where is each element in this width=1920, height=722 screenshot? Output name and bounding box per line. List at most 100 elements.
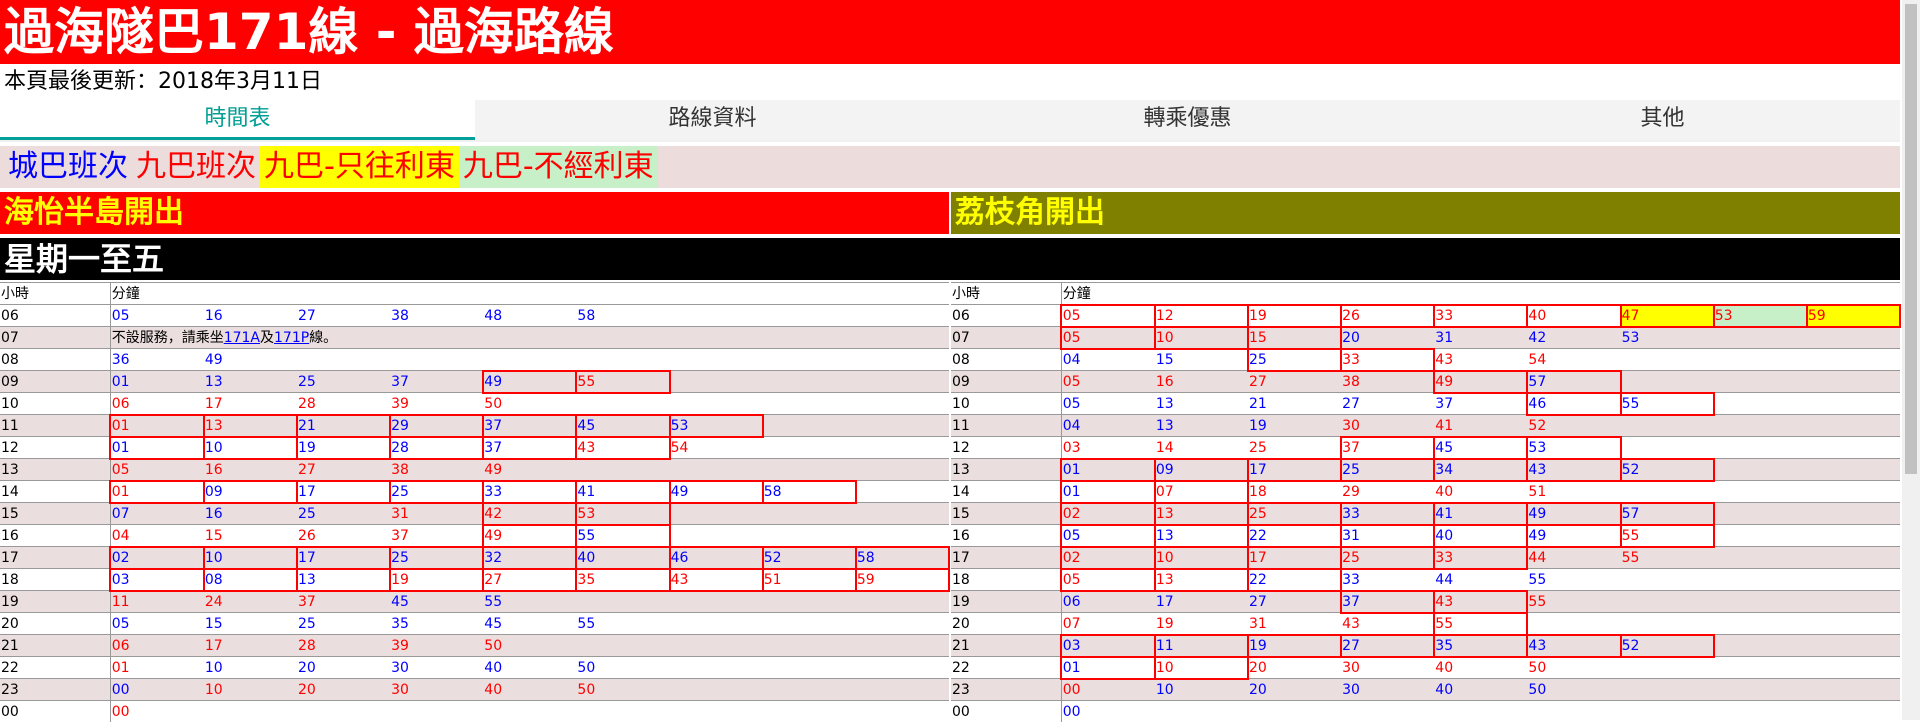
minute-cell: 02 [1061,547,1155,569]
minute-cell: 19 [1248,635,1341,657]
minute-cell: 45 [390,591,483,613]
minute-cell: 16 [204,459,297,481]
scrollbar-thumb[interactable] [1905,4,1917,474]
tab-route-info[interactable]: 路線資料 [475,100,950,140]
minute-cell: 10 [1155,547,1248,569]
empty-cell [1807,569,1900,591]
minute-cell: 28 [297,393,390,415]
minute-cell: 27 [483,569,576,591]
table-row: 14010718294051 [951,481,1900,503]
empty-cell [1807,613,1900,635]
minute-cell: 01 [1061,459,1155,481]
timetable-left: 小時分鐘0605162738485807不設服務，請乘坐171A及171P線。0… [0,282,949,722]
hour-cell: 10 [951,393,1061,415]
route-171a-link[interactable]: 171A [224,330,260,346]
minute-cell: 49 [483,459,576,481]
empty-cell [856,503,949,525]
minute-cell: 55 [1621,393,1714,415]
minute-cell: 59 [856,569,949,591]
tab-transfer-discount[interactable]: 轉乘優惠 [950,100,1425,140]
minute-cell: 13 [1155,569,1248,591]
minute-cell: 29 [1341,481,1434,503]
hour-cell: 07 [951,327,1061,349]
minute-cell: 00 [1061,679,1155,701]
route-171p-link[interactable]: 171P [274,330,309,346]
empty-cell [1807,635,1900,657]
empty-cell [1714,459,1807,481]
tab-timetable[interactable]: 時間表 [0,100,475,140]
table-row: 06051627384858 [0,305,949,327]
minute-cell: 40 [576,547,669,569]
empty-cell [1807,459,1900,481]
empty-cell [1807,415,1900,437]
minute-cell: 15 [204,613,297,635]
last-updated-text: 本頁最後更新：2018年3月11日 [0,64,1900,100]
hour-cell: 11 [0,415,110,437]
minute-cell: 43 [1434,591,1527,613]
empty-cell [763,305,856,327]
minute-cell: 22 [1248,525,1341,547]
tab-others[interactable]: 其他 [1425,100,1900,140]
minute-cell: 01 [110,371,204,393]
minute-cell: 06 [1061,591,1155,613]
empty-cell [670,393,763,415]
table-row: 09011325374955 [0,371,949,393]
hour-cell: 00 [0,701,110,722]
hour-cell: 12 [0,437,110,459]
empty-cell [1621,349,1714,371]
empty-cell [856,679,949,701]
empty-cell [1714,503,1807,525]
direction-lai-chi-kok: 荔枝角開出 [951,192,1900,234]
minute-cell: 53 [1714,305,1807,327]
vertical-scrollbar[interactable] [1902,0,1920,720]
minute-cell: 19 [1248,305,1341,327]
empty-cell [297,701,390,722]
minute-cell: 05 [1061,569,1155,591]
minute-cell: 14 [1155,437,1248,459]
empty-cell [1621,569,1714,591]
minute-cell: 59 [1807,305,1900,327]
minute-cell: 52 [1621,635,1714,657]
empty-cell [670,503,763,525]
empty-cell [1807,503,1900,525]
minute-cell: 25 [1248,349,1341,371]
empty-cell [670,525,763,547]
minute-cell: 31 [390,503,483,525]
empty-cell [1807,701,1900,722]
table-row: 23001020304050 [0,679,949,701]
table-row: 130516273849 [0,459,949,481]
minute-cell: 25 [297,371,390,393]
legend-citybus: 城巴班次 [4,146,132,188]
minute-cell: 40 [483,657,576,679]
table-row: 1005132127374655 [951,393,1900,415]
hour-cell: 13 [0,459,110,481]
empty-cell [670,613,763,635]
minute-cell: 43 [1341,613,1434,635]
empty-cell [1527,701,1620,722]
minute-cell: 11 [110,591,204,613]
minute-cell: 07 [1061,613,1155,635]
table-row: 20051525354555 [0,613,949,635]
empty-cell [1807,657,1900,679]
hour-cell: 08 [0,349,110,371]
minute-cell: 05 [1061,305,1155,327]
legend-kmb-lee-tung-only: 九巴-只往利東 [260,146,459,188]
empty-cell [1807,547,1900,569]
empty-cell [1714,657,1807,679]
minute-cell: 55 [576,613,669,635]
minute-cell: 10 [1155,327,1248,349]
table-row: 12031425374553 [951,437,1900,459]
minute-cell: 00 [1061,701,1155,722]
empty-cell [1807,437,1900,459]
table-row: 16041526374955 [0,525,949,547]
minute-cell: 41 [1434,503,1527,525]
table-row: 1201101928374354 [0,437,949,459]
empty-cell [576,635,669,657]
minute-cell: 33 [1341,569,1434,591]
empty-cell [1807,525,1900,547]
minute-cell: 27 [297,305,390,327]
minute-cell: 37 [483,415,576,437]
col-header-hour: 小時 [951,283,1061,305]
minute-cell: 49 [483,525,576,547]
minute-cell: 10 [204,657,297,679]
